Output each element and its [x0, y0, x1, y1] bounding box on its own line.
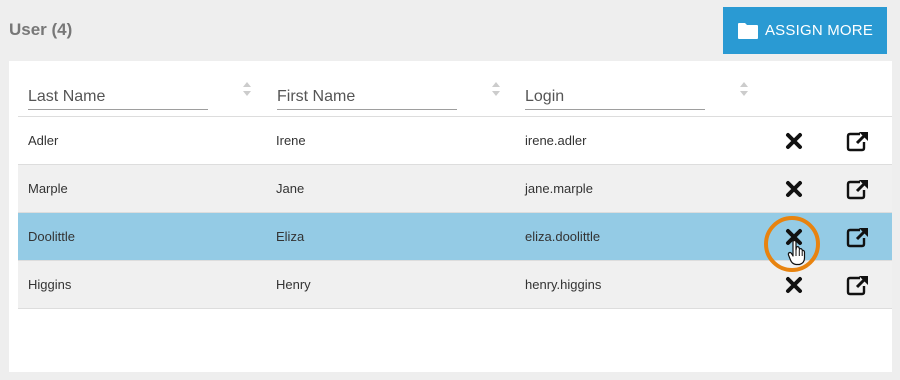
close-icon[interactable]	[779, 165, 809, 212]
first-name-cell: Irene	[276, 133, 306, 148]
table-row[interactable]: Marple Jane jane.marple	[18, 165, 892, 213]
external-link-icon[interactable]	[843, 261, 873, 308]
folder-icon	[737, 22, 759, 40]
login-filter-input[interactable]	[525, 85, 705, 110]
page-title: User (4)	[9, 20, 73, 39]
users-table: Adler Irene irene.adler Marple Jane jane…	[18, 61, 892, 309]
external-link-icon[interactable]	[843, 165, 873, 212]
first-name-cell: Eliza	[276, 229, 305, 244]
sort-icon[interactable]	[491, 80, 501, 98]
login-cell: irene.adler	[525, 133, 587, 148]
first-name-filter-input[interactable]	[277, 85, 457, 110]
last-name-cell: Marple	[28, 181, 68, 196]
table-row[interactable]: Higgins Henry henry.higgins	[18, 261, 892, 309]
login-cell: eliza.doolittle	[525, 229, 601, 244]
login-cell: jane.marple	[525, 181, 593, 196]
filter-login	[515, 61, 755, 116]
last-name-cell: Doolittle	[28, 229, 75, 244]
assign-more-label: ASSIGN MORE	[764, 22, 874, 39]
first-name-cell: Jane	[276, 181, 305, 196]
filter-row	[18, 61, 892, 117]
sort-icon[interactable]	[739, 80, 749, 98]
last-name-cell: Higgins	[28, 277, 72, 292]
users-panel: Adler Irene irene.adler Marple Jane jane…	[9, 61, 892, 372]
table-row[interactable]: Adler Irene irene.adler	[18, 117, 892, 165]
hand-cursor-icon	[787, 239, 807, 266]
table-row[interactable]: Doolittle Eliza eliza.doolittle	[18, 213, 892, 261]
external-link-icon[interactable]	[843, 213, 873, 260]
last-name-cell: Adler	[28, 133, 59, 148]
filter-first-name	[267, 61, 507, 116]
filter-last-name	[18, 61, 258, 116]
assign-more-button[interactable]: ASSIGN MORE	[723, 7, 887, 54]
external-link-icon[interactable]	[843, 117, 873, 164]
first-name-cell: Henry	[276, 277, 311, 292]
login-cell: henry.higgins	[525, 277, 602, 292]
last-name-filter-input[interactable]	[28, 85, 208, 110]
close-icon[interactable]	[779, 117, 809, 164]
sort-icon[interactable]	[242, 80, 252, 98]
